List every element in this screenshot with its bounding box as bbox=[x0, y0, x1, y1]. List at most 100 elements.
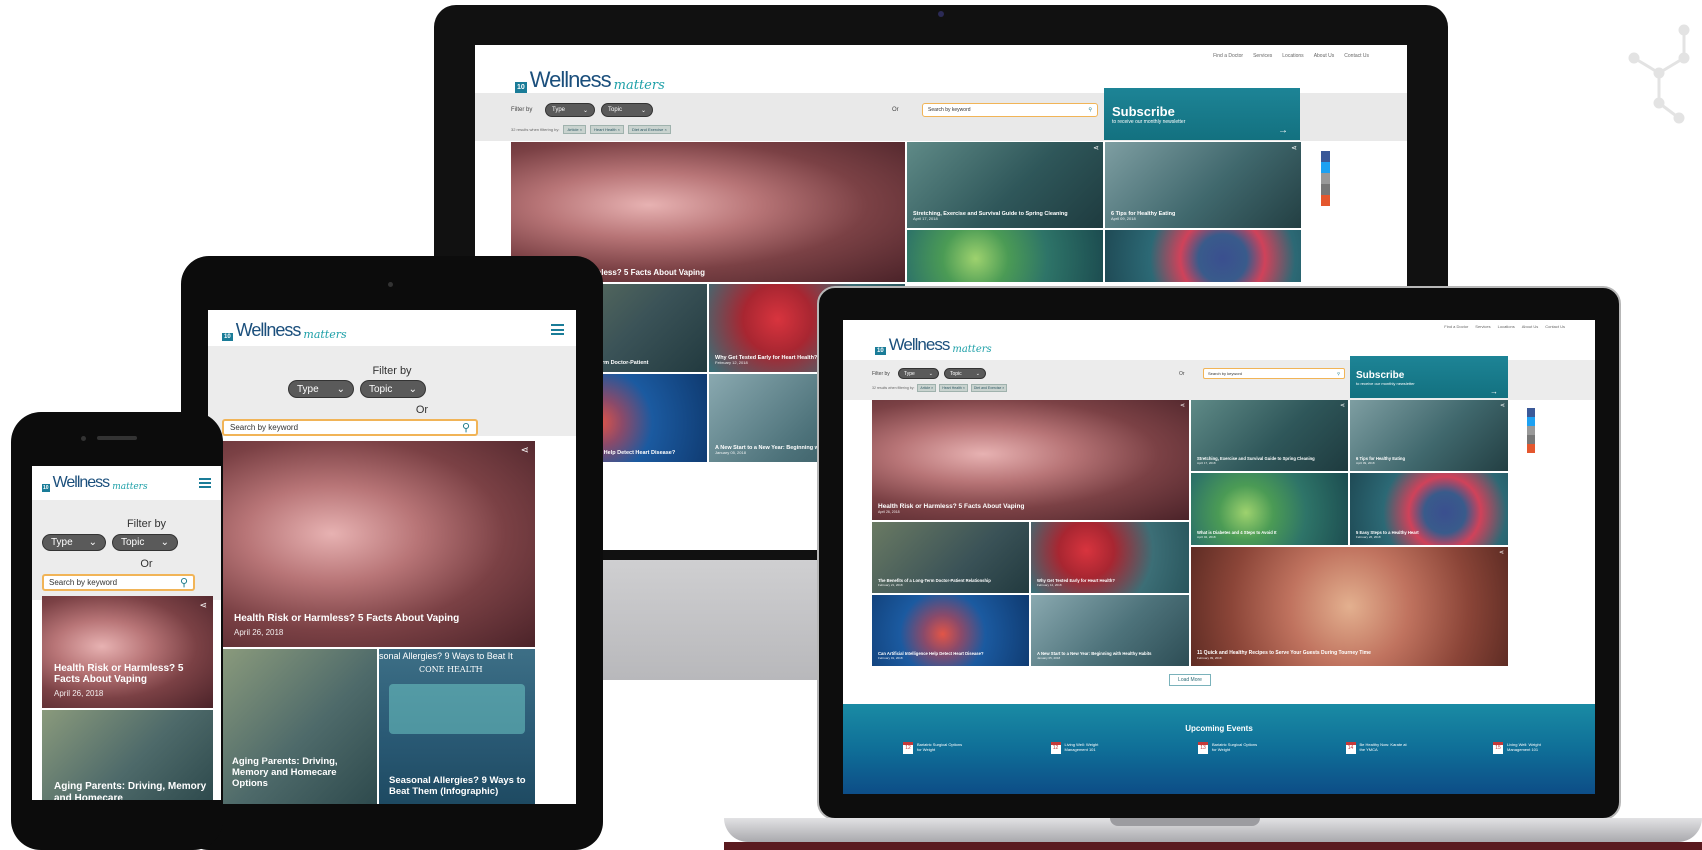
article-tile-easy-steps[interactable] bbox=[1105, 230, 1301, 282]
article-tile-stretching[interactable]: ⋖ Stretching, Exercise and Survival Guid… bbox=[1191, 400, 1348, 471]
site-logo[interactable]: 10 Wellness matters bbox=[222, 320, 347, 341]
events-list: 12 Bariatric Surgical Options for Weight … bbox=[903, 742, 1555, 754]
article-tile-allergies[interactable]: sonal Allergies? 9 Ways to Beat It CONE … bbox=[379, 649, 535, 804]
event-item[interactable]: 13 Bariatric Surgical Options for Weight bbox=[1198, 742, 1260, 754]
filter-label: Filter by bbox=[126, 518, 167, 530]
share-icon[interactable]: ⋖ bbox=[521, 445, 529, 456]
tile-title: What is Diabetes and 4 Steps to Avoid It… bbox=[1197, 530, 1342, 539]
article-tile-diabetes[interactable]: What is Diabetes and 4 Steps to Avoid It… bbox=[1191, 473, 1348, 545]
hamburger-menu-icon[interactable] bbox=[199, 478, 211, 488]
top-nav: Find a Doctor Services Locations About U… bbox=[1213, 53, 1369, 59]
article-tile-stretching[interactable]: ⋖ Stretching, Exercise and Survival Guid… bbox=[907, 142, 1103, 228]
event-item[interactable]: 12 Bariatric Surgical Options for Weight bbox=[903, 742, 965, 754]
topic-select[interactable]: Topic ⌄ bbox=[601, 103, 653, 117]
event-title: Be Healthy Now: Karate at the YMCA bbox=[1359, 742, 1407, 752]
logo-mark: 10 bbox=[222, 333, 233, 341]
share-icon[interactable]: ⋖ bbox=[1291, 144, 1297, 152]
logo-mark: 10 bbox=[42, 484, 50, 492]
type-select[interactable]: Type ⌄ bbox=[288, 380, 354, 398]
type-select[interactable]: Type ⌄ bbox=[898, 368, 939, 379]
share-more-icon[interactable] bbox=[1527, 444, 1535, 453]
site-logo[interactable]: 10 Wellness matters bbox=[515, 67, 665, 93]
nav-contact[interactable]: Contact Us bbox=[1344, 53, 1369, 59]
email-icon[interactable] bbox=[1321, 184, 1330, 195]
share-icon[interactable]: ⋖ bbox=[1499, 549, 1504, 556]
filter-chip[interactable]: Heart Health × bbox=[939, 384, 968, 392]
topic-select[interactable]: Topic ⌄ bbox=[112, 534, 178, 551]
site-logo[interactable]: 10 Wellness matters bbox=[42, 474, 148, 492]
article-tile-why-tested[interactable]: Why Get Tested Early for Heart Health? Fe… bbox=[1031, 522, 1189, 593]
search-input[interactable]: Search by keyword ⚲ bbox=[922, 103, 1098, 117]
event-item[interactable]: 12 Living Well: Weight Management 101 bbox=[1050, 742, 1113, 754]
article-tile-aging[interactable]: Aging Parents: Driving, Memory and Homec… bbox=[42, 710, 213, 800]
share-rail bbox=[1321, 151, 1330, 206]
nav-services[interactable]: Services bbox=[1253, 53, 1272, 59]
nav-services[interactable]: Services bbox=[1475, 324, 1490, 329]
article-tile-tips[interactable]: ⋖ 6 Tips for Healthy Eating April 09, 201… bbox=[1105, 142, 1301, 228]
nav-about[interactable]: About Us bbox=[1314, 53, 1335, 59]
arrow-right-icon[interactable]: → bbox=[1490, 387, 1498, 396]
share-icon[interactable]: ⋖ bbox=[1340, 402, 1345, 409]
nav-locations[interactable]: Locations bbox=[1498, 324, 1515, 329]
site-logo[interactable]: 10 Wellness matters bbox=[875, 335, 992, 355]
article-tile-vaping[interactable]: ⋖ Health Risk or Harmless? 5 Facts About… bbox=[872, 400, 1189, 520]
print-icon[interactable] bbox=[1527, 426, 1535, 435]
type-select[interactable]: Type ⌄ bbox=[42, 534, 106, 551]
load-more-button[interactable]: Load More bbox=[1169, 674, 1211, 686]
article-tile-vaping[interactable]: ⋖ Health Risk or Harmless? 5 Facts About… bbox=[42, 596, 213, 708]
search-icon[interactable]: ⚲ bbox=[180, 576, 188, 589]
filter-chip[interactable]: Heart Health × bbox=[590, 125, 624, 134]
article-tile-aging[interactable]: Aging Parents: Driving, Memory and Homec… bbox=[222, 649, 377, 804]
article-tile-tips[interactable]: ⋖ 6 Tips for Healthy Eating April 09, 201… bbox=[1350, 400, 1508, 471]
filter-label: Filter by bbox=[372, 365, 412, 377]
topic-select[interactable]: Topic ⌄ bbox=[360, 380, 426, 398]
type-select-label: Type bbox=[297, 383, 319, 395]
search-icon[interactable]: ⚲ bbox=[462, 421, 470, 434]
search-input[interactable]: Search by keyword ⚲ bbox=[222, 419, 478, 436]
filter-chip[interactable]: Article × bbox=[563, 125, 587, 134]
share-icon[interactable]: ⋖ bbox=[1180, 402, 1185, 409]
article-tile-doctor[interactable]: The Benefits of a Long-Term Doctor-Patie… bbox=[872, 522, 1029, 593]
nav-about[interactable]: About Us bbox=[1522, 324, 1538, 329]
tile-title-text: A New Start to a New Year: Beginning wit… bbox=[1037, 650, 1152, 656]
event-item[interactable]: 15 Living Well: Weight Management 101 bbox=[1493, 742, 1555, 754]
topic-select[interactable]: Topic ⌄ bbox=[944, 368, 986, 379]
search-input[interactable]: Search by keyword ⚲ bbox=[42, 574, 195, 591]
share-icon[interactable]: ⋖ bbox=[1500, 402, 1505, 409]
article-tile-easy-steps[interactable]: 5 Easy Steps to a Healthy Heart February … bbox=[1350, 473, 1508, 545]
subscribe-panel[interactable]: Subscribe to receive our monthly newslet… bbox=[1104, 88, 1300, 140]
share-icon[interactable]: ⋖ bbox=[1093, 144, 1099, 152]
search-icon[interactable]: ⚲ bbox=[1337, 371, 1340, 376]
search-input[interactable]: Search by keyword ⚲ bbox=[1203, 368, 1345, 379]
article-tile-recipes[interactable]: ⋖ 11 Quick and Healthy Recipes to Serve … bbox=[1191, 547, 1508, 666]
facebook-icon[interactable] bbox=[1527, 408, 1535, 417]
nav-contact[interactable]: Contact Us bbox=[1545, 324, 1565, 329]
twitter-icon[interactable] bbox=[1527, 417, 1535, 426]
tile-title: Health Risk or Harmless? 5 Facts About V… bbox=[878, 503, 1183, 514]
type-select[interactable]: Type ⌄ bbox=[545, 103, 595, 117]
filter-chip[interactable]: Article × bbox=[917, 384, 937, 392]
print-icon[interactable] bbox=[1321, 173, 1330, 184]
nav-find-doctor[interactable]: Find a Doctor bbox=[1444, 324, 1468, 329]
share-icon[interactable]: ⋖ bbox=[199, 600, 207, 611]
email-icon[interactable] bbox=[1527, 435, 1535, 444]
article-tile-diabetes[interactable] bbox=[907, 230, 1103, 282]
article-tile-ai[interactable]: Can Artificial Intelligence Help Detect … bbox=[872, 595, 1029, 666]
arrow-right-icon[interactable]: → bbox=[1278, 125, 1288, 136]
share-more-icon[interactable] bbox=[1321, 195, 1330, 206]
article-tile-new-start[interactable]: A New Start to a New Year: Beginning wit… bbox=[1031, 595, 1189, 666]
nav-locations[interactable]: Locations bbox=[1282, 53, 1303, 59]
article-tile-vaping[interactable]: ⋖ Health Risk or Harmless? 5 Facts About… bbox=[222, 441, 535, 647]
hamburger-menu-icon[interactable] bbox=[551, 324, 564, 335]
logo-mark: 10 bbox=[515, 82, 527, 93]
search-icon[interactable]: ⚲ bbox=[1088, 107, 1092, 113]
filter-chip[interactable]: Diet and Exercise × bbox=[627, 125, 671, 134]
tile-title: Stretching, Exercise and Survival Guide … bbox=[1197, 456, 1342, 465]
event-item[interactable]: 14 Be Healthy Now: Karate at the YMCA bbox=[1345, 742, 1408, 754]
twitter-icon[interactable] bbox=[1321, 162, 1330, 173]
nav-find-doctor[interactable]: Find a Doctor bbox=[1213, 53, 1243, 59]
filter-chip[interactable]: Diet and Exercise × bbox=[970, 384, 1008, 392]
tile-title: The Benefits of a Long-Term Doctor-Patie… bbox=[878, 578, 1023, 587]
subscribe-panel[interactable]: Subscribe to receive our monthly newslet… bbox=[1350, 356, 1508, 398]
facebook-icon[interactable] bbox=[1321, 151, 1330, 162]
